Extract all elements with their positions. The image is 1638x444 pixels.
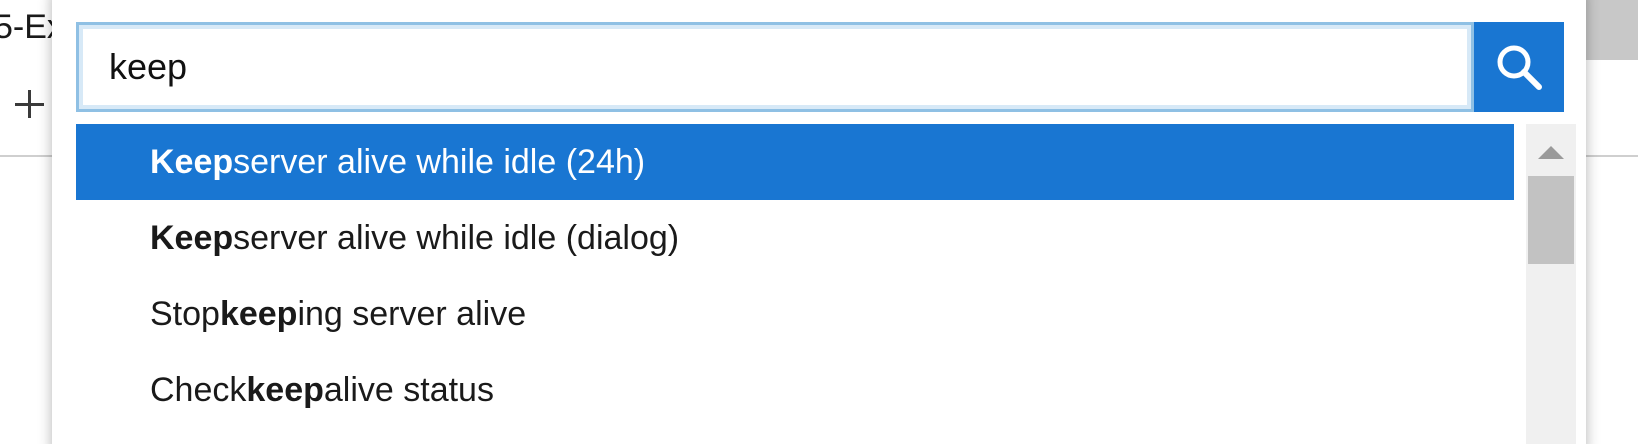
result-match: keep: [219, 294, 298, 333]
results-list: Keep server alive while idle (24h) Keep …: [76, 124, 1514, 444]
search-icon: [1497, 45, 1542, 90]
result-match: keep: [246, 370, 324, 409]
search-row: [76, 22, 1564, 112]
search-input-wrapper: [76, 22, 1474, 112]
result-item-check-keepalive-status[interactable]: Check keep alive status: [76, 352, 1514, 428]
command-palette: Keep server alive while idle (24h) Keep …: [52, 0, 1586, 444]
scrollbar-thumb[interactable]: [1528, 176, 1574, 264]
result-suffix: server alive while idle (dialog): [233, 218, 680, 257]
result-prefix: Check: [150, 370, 247, 409]
app-stage: 5-Ex Keep server alive while idle (24h) …: [0, 0, 1638, 444]
result-item-keep-alive-24h[interactable]: Keep server alive while idle (24h): [76, 124, 1514, 200]
result-suffix: alive status: [323, 370, 494, 409]
search-input[interactable]: [109, 46, 1409, 88]
plus-icon[interactable]: [10, 84, 50, 124]
result-item-keep-alive-dialog[interactable]: Keep server alive while idle (dialog): [76, 200, 1514, 276]
result-suffix: server alive while idle (24h): [233, 142, 646, 181]
result-suffix: ing server alive: [297, 294, 527, 333]
result-prefix: Stop: [150, 294, 220, 333]
result-item-stop-keeping-alive[interactable]: Stop keep ing server alive: [76, 276, 1514, 352]
results-scrollbar[interactable]: [1526, 124, 1576, 444]
result-match: Keep: [150, 218, 234, 257]
search-button[interactable]: [1474, 22, 1564, 112]
scroll-up-arrow-icon[interactable]: [1526, 124, 1576, 172]
result-match: Keep: [150, 142, 234, 181]
